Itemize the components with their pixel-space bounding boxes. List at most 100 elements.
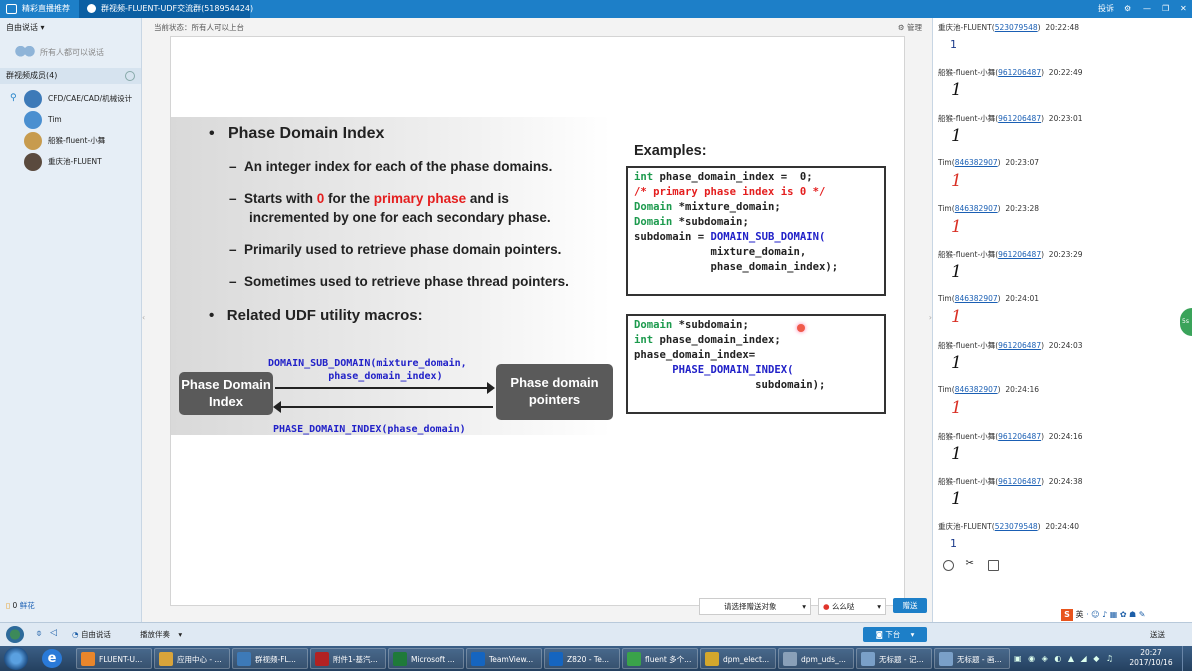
- member-name: 重庆池-FLUENT: [48, 157, 102, 166]
- image-icon[interactable]: [988, 560, 1000, 571]
- sender-name: 船猴-fluent-小舞: [938, 431, 996, 441]
- sender-qq-link[interactable]: 846382907: [955, 294, 998, 303]
- emoji-icon[interactable]: [943, 560, 954, 571]
- chat-message-body: 1: [951, 80, 962, 101]
- sender-name: 船猴-fluent-小舞: [938, 250, 996, 259]
- taskbar-item[interactable]: 群视频-FL...: [232, 648, 308, 669]
- system-tray-icons[interactable]: ▣ ◉ ◈ ◐ ▲ ◢ ◆ ♫: [1014, 654, 1115, 663]
- scissors-icon[interactable]: ✂: [966, 558, 977, 571]
- add-member-icon[interactable]: [125, 71, 135, 81]
- sender-qq-link[interactable]: 523079548: [995, 23, 1038, 32]
- taskbar-item[interactable]: Z820 - Te...: [544, 648, 620, 669]
- app-icon: [549, 652, 563, 666]
- taskbar-item[interactable]: 无标题 - 记...: [856, 648, 932, 669]
- floating-assist-icon[interactable]: 5s: [1180, 308, 1192, 336]
- slide-bullet-continuation: incremented by one for each secondary ph…: [249, 210, 551, 225]
- settings-icon[interactable]: ⚙: [1124, 0, 1131, 18]
- video-icon: [6, 4, 17, 14]
- taskbar-item[interactable]: Microsoft ...: [388, 648, 464, 669]
- gift-send-button[interactable]: 赠送: [893, 598, 927, 613]
- bottom-bar: ⌽ ◁ ◔ 自由说话 播放伴奏 ▾ ◙ 下台 ▾ 送送: [0, 622, 1192, 646]
- close-button[interactable]: ✕: [1180, 0, 1187, 18]
- sender-qq-link[interactable]: 961206487: [998, 341, 1041, 350]
- flower-icon: ▯: [6, 601, 11, 610]
- slide-bullet-text: and is: [466, 191, 509, 206]
- taskbar-item[interactable]: 无标题 - 画...: [934, 648, 1010, 669]
- shared-slide: • Phase Domain Index – An integer index …: [170, 36, 905, 606]
- sender-qq-link[interactable]: 846382907: [955, 158, 998, 167]
- talk-mode-dropdown[interactable]: 自由说话 ▾: [0, 18, 141, 38]
- tab-live-recommend[interactable]: 精彩直播推荐: [0, 0, 78, 18]
- code-line: /* primary phase index is 0 */: [634, 185, 878, 200]
- start-button[interactable]: [4, 647, 28, 670]
- chat-message-header: 船猴-fluent-小舞(961206487) 20:23:29: [938, 250, 1083, 259]
- taskbar-item[interactable]: fluent 多个...: [622, 648, 698, 669]
- gift-item-select[interactable]: ● 么么哒 ▾: [818, 598, 886, 615]
- report-link[interactable]: 投诉: [1098, 0, 1114, 18]
- slide-bullet-text: Starts with: [244, 191, 317, 206]
- chat-message-body: 1: [951, 307, 962, 328]
- title-bar: 精彩直播推荐 群视频-FLUENT-UDF交流群(518954424) 投诉 ⚙…: [0, 0, 1192, 18]
- maximize-button[interactable]: ❐: [1162, 0, 1169, 18]
- taskbar-item[interactable]: TeamView...: [466, 648, 542, 669]
- taskbar-item[interactable]: 附件1-基汽...: [310, 648, 386, 669]
- sender-name: 重庆池-FLUENT: [938, 23, 992, 32]
- leave-stage-icon: ◙: [875, 630, 883, 639]
- allow-talk-row: 所有人都可以说话: [0, 38, 141, 68]
- tab-group-video[interactable]: 群视频-FLUENT-UDF交流群(518954424): [79, 0, 253, 18]
- microphone-icon[interactable]: ⌽: [36, 628, 42, 639]
- code-example-1: int phase_domain_index = 0;/* primary ph…: [626, 166, 886, 296]
- sender-qq-link[interactable]: 961206487: [998, 477, 1041, 486]
- member-item[interactable]: ⚲ CFD/CAE/CAD/机械设计: [0, 88, 141, 109]
- sender-name: Tim: [938, 203, 952, 213]
- chat-message-header: 船猴-fluent-小舞(961206487) 20:24:16: [938, 431, 1083, 441]
- speaker-icon[interactable]: ◁: [50, 628, 57, 638]
- flower-row[interactable]: ▯ 0 鲜花: [6, 600, 35, 611]
- manage-label: 管理: [907, 23, 922, 32]
- chat-message-header: 船猴-fluent-小舞(961206487) 20:22:49: [938, 68, 1083, 78]
- sender-qq-link[interactable]: 961206487: [998, 68, 1041, 77]
- minimize-button[interactable]: —: [1143, 0, 1151, 18]
- chat-message-body: 1: [951, 443, 962, 464]
- code-text: phase_domain_index=: [634, 349, 756, 361]
- app-icon: [393, 652, 407, 666]
- leave-stage-button[interactable]: ◙ 下台 ▾: [863, 627, 927, 642]
- sender-qq-link[interactable]: 961206487: [998, 250, 1041, 259]
- taskbar-item[interactable]: dpm_uds_...: [778, 648, 854, 669]
- ie-icon[interactable]: e: [42, 649, 62, 668]
- app-icon: [627, 652, 641, 666]
- taskbar-item[interactable]: 应用中心 - ...: [154, 648, 230, 669]
- show-desktop-button[interactable]: [1182, 646, 1192, 671]
- members-title: 群视频成员(4): [6, 71, 58, 80]
- chat-message-header: 船猴-fluent-小舞(961206487) 20:24:38: [938, 477, 1083, 486]
- sender-qq-link[interactable]: 523079548: [995, 522, 1038, 531]
- code-line: int phase_domain_index = 0;: [634, 170, 878, 185]
- manage-button[interactable]: ⚙ 管理: [898, 22, 922, 34]
- free-talk-toggle[interactable]: ◔ 自由说话: [72, 629, 111, 640]
- member-item[interactable]: 重庆池-FLUENT: [0, 151, 141, 172]
- gift-target-select[interactable]: 请选择赠送对象 ▾: [699, 598, 811, 615]
- sender-qq-link[interactable]: 961206487: [998, 114, 1041, 123]
- member-item[interactable]: Tim: [0, 109, 141, 130]
- member-item[interactable]: 船猴-fluent-小舞: [0, 130, 141, 151]
- chat-message-body: 1: [951, 216, 962, 237]
- code-text: *subdomain;: [672, 319, 749, 331]
- ime-send-label: 送送: [1150, 630, 1165, 639]
- clock[interactable]: 20:27 2017/10/16: [1128, 648, 1174, 668]
- app-icon: [315, 652, 329, 666]
- clock-date: 2017/10/16: [1129, 658, 1173, 667]
- message-time: 20:23:28: [1005, 203, 1040, 213]
- taskbar-item[interactable]: FLUENT-U...: [76, 648, 152, 669]
- ime-toolbar[interactable]: S 英 · ☺ ♪ ▦ ✿ ☗ ✎: [1061, 608, 1191, 622]
- sender-qq-link[interactable]: 961206487: [998, 432, 1041, 441]
- sender-qq-link[interactable]: 846382907: [955, 204, 998, 213]
- player-dropdown[interactable]: 播放伴奏 ▾: [140, 629, 182, 640]
- avatar: [24, 153, 42, 171]
- app-icon: [159, 652, 173, 666]
- taskbar-item[interactable]: dpm_elect...: [700, 648, 776, 669]
- code-keyword: Domain: [634, 216, 673, 228]
- sender-qq-link[interactable]: 846382907: [955, 385, 998, 394]
- collapse-left-icon[interactable]: ‹: [142, 313, 145, 322]
- taskbar-item-label: 无标题 - 记...: [879, 655, 924, 664]
